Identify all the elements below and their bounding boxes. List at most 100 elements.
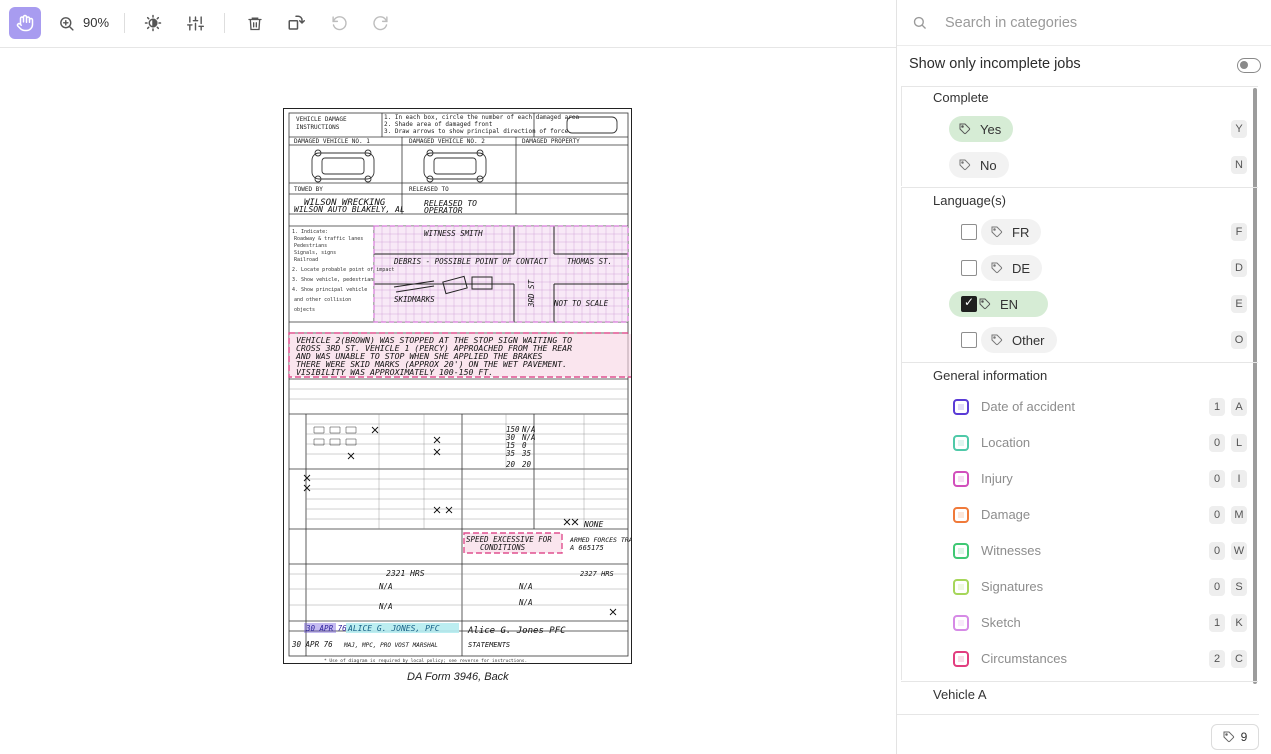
general-item-date-of-accident[interactable]: Date of accident 1 A (897, 398, 1257, 418)
svg-text:30 APR 76: 30 APR 76 (291, 640, 333, 649)
svg-text:CONDITIONS: CONDITIONS (480, 543, 526, 552)
section-divider (901, 362, 1258, 363)
section-divider (901, 187, 1258, 188)
general-item-damage[interactable]: Damage 0 M (897, 506, 1257, 526)
language-de-checkbox[interactable] (961, 260, 977, 276)
delete-button[interactable] (239, 7, 271, 39)
shortcut-key: F (1231, 223, 1247, 241)
svg-text:20: 20 (522, 460, 532, 469)
language-other-chip[interactable]: Other (981, 327, 1057, 353)
undo-button[interactable] (323, 7, 355, 39)
language-en-checkbox[interactable] (961, 295, 977, 312)
bbox-category-icon (953, 615, 969, 631)
shortcut-key: L (1231, 434, 1247, 452)
general-item-location[interactable]: Location 0 L (897, 434, 1257, 454)
general-item-label: Injury (981, 471, 1013, 486)
tag-count-badge[interactable]: 9 (1211, 724, 1259, 750)
svg-text:35: 35 (505, 449, 516, 458)
language-fr-checkbox[interactable] (961, 224, 977, 240)
language-de-chip[interactable]: DE (981, 255, 1043, 281)
shortcut-key: W (1231, 542, 1247, 560)
svg-text:STATEMENTS: STATEMENTS (468, 641, 510, 649)
svg-text:objects: objects (294, 307, 315, 313)
search-icon (913, 16, 926, 29)
shortcut-key: C (1231, 650, 1247, 668)
document-page[interactable]: VEHICLE DAMAGE INSTRUCTIONS 1. In each b… (283, 108, 632, 664)
svg-text:THOMAS ST.: THOMAS ST. (567, 257, 612, 266)
annotation-app: 90% VEHICLE DAMAGE INSTRUCTIONS 1. In ea… (0, 0, 1271, 754)
bbox-category-icon (953, 399, 969, 415)
pan-tool-button[interactable] (9, 7, 41, 39)
complete-yes-chip[interactable]: Yes (949, 116, 1014, 142)
bbox-category-icon (953, 435, 969, 451)
general-item-label: Sketch (981, 615, 1021, 630)
tag-icon (991, 226, 1003, 238)
category-panel: Show only incomplete jobs Complete Yes Y… (896, 0, 1271, 754)
svg-text:Roadway & traffic lanes: Roadway & traffic lanes (294, 236, 363, 242)
section-bracket (901, 86, 902, 186)
redo-button[interactable] (364, 7, 396, 39)
zoom-button[interactable] (50, 7, 82, 39)
svg-text:N/A: N/A (378, 602, 393, 611)
section-title-language: Language(s) (933, 193, 1006, 208)
svg-text:NONE: NONE (583, 520, 603, 529)
tag-icon (959, 159, 971, 171)
tag-icon (1223, 731, 1234, 743)
svg-text:2327 HRS: 2327 HRS (580, 570, 614, 578)
section-title-general: General information (933, 368, 1048, 383)
shortcut-key: M (1231, 506, 1247, 524)
annotation-count: 2 (1209, 650, 1225, 668)
chip-label: FR (1012, 224, 1030, 240)
general-item-injury[interactable]: Injury 0 I (897, 470, 1257, 490)
svg-text:N/A: N/A (518, 582, 533, 591)
section-title-vehicle-a: Vehicle A (933, 687, 987, 702)
general-item-witnesses[interactable]: Witnesses 0 W (897, 542, 1257, 562)
general-item-circumstances[interactable]: Circumstances 2 C (897, 650, 1257, 670)
general-item-label: Circumstances (981, 651, 1067, 666)
general-item-sketch[interactable]: Sketch 1 K (897, 614, 1257, 634)
chip-label: Other (1012, 332, 1045, 348)
trash-icon (248, 17, 262, 30)
svg-text:and other collision: and other collision (294, 297, 351, 303)
shortcut-key: D (1231, 259, 1247, 277)
language-fr-chip[interactable]: FR (981, 219, 1042, 245)
tag-icon (959, 123, 971, 135)
undo-icon (331, 15, 347, 30)
annotation-count: 0 (1209, 578, 1225, 596)
tag-count: 9 (1240, 730, 1248, 744)
adjustments-button[interactable] (179, 7, 211, 39)
section-bracket (901, 187, 902, 362)
svg-text:4. Show principal vehicle: 4. Show principal vehicle (292, 287, 367, 293)
svg-text:INSTRUCTIONS: INSTRUCTIONS (296, 124, 340, 131)
general-item-label: Damage (981, 507, 1031, 522)
svg-text:MAJ, MPC, PRO VOST MARSHAL: MAJ, MPC, PRO VOST MARSHAL (343, 642, 438, 649)
svg-text:N/A: N/A (518, 598, 533, 607)
svg-text:1. In each box, circle the num: 1. In each box, circle the number of eac… (384, 114, 579, 121)
chip-label: No (980, 157, 997, 173)
zoom-level[interactable]: 90% (83, 15, 109, 30)
svg-text:TOWED BY: TOWED BY (294, 186, 323, 193)
language-other-checkbox[interactable] (961, 332, 977, 348)
section-title-complete: Complete (933, 90, 989, 105)
svg-text:Pedestrians: Pedestrians (294, 243, 327, 249)
general-item-signatures[interactable]: Signatures 0 S (897, 578, 1257, 598)
bbox-category-icon (953, 579, 969, 595)
brightness-icon (144, 14, 162, 32)
shortcut-key: S (1231, 578, 1247, 596)
search-input[interactable] (945, 12, 1245, 34)
svg-text:SKIDMARKS: SKIDMARKS (394, 295, 435, 304)
incomplete-jobs-toggle[interactable] (1237, 58, 1261, 73)
svg-text:VEHICLE DAMAGE: VEHICLE DAMAGE (296, 116, 347, 123)
svg-text:DAMAGED VEHICLE NO. 2: DAMAGED VEHICLE NO. 2 (409, 138, 485, 145)
general-item-label: Location (981, 435, 1031, 450)
rotate-button[interactable] (280, 7, 312, 39)
document-canvas[interactable]: VEHICLE DAMAGE INSTRUCTIONS 1. In each b… (0, 48, 896, 754)
brightness-button[interactable] (137, 7, 169, 39)
complete-no-chip[interactable]: No (949, 152, 1009, 178)
svg-text:20: 20 (506, 460, 516, 469)
general-item-label: Signatures (981, 579, 1044, 594)
tag-icon (991, 334, 1003, 346)
toolbar: 90% (0, 0, 896, 48)
svg-text:ALICE G. JONES, PFC: ALICE G. JONES, PFC (347, 624, 440, 633)
chip-label: DE (1012, 260, 1031, 276)
